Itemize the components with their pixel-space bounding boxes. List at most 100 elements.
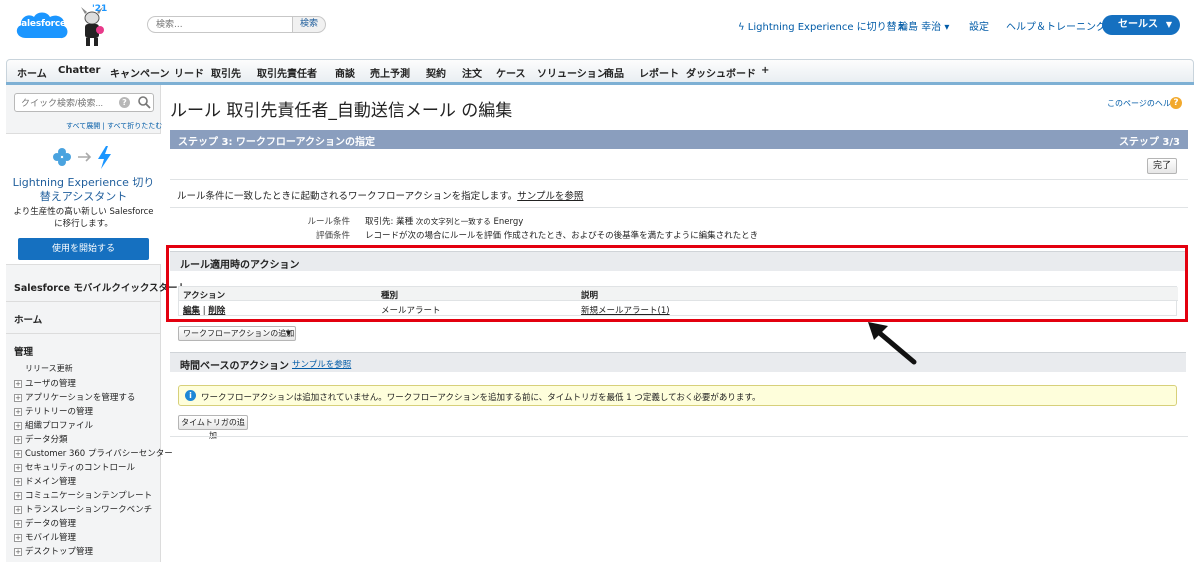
- sidebar-item-data-classification[interactable]: + データ分類: [14, 433, 68, 445]
- release-updates-link[interactable]: リリース更新: [25, 363, 73, 374]
- tab-dashboards[interactable]: ダッシュボード: [686, 65, 756, 80]
- tab-orders[interactable]: 注文: [462, 65, 482, 80]
- promo-title: Lightning Experience 切り替えアシスタント: [12, 176, 155, 203]
- add-workflow-action-button[interactable]: ワークフローアクションの追加 ▼: [178, 326, 296, 341]
- global-search-input[interactable]: [147, 16, 294, 33]
- time-based-actions-header: 時間ベースのアクション サンプルを参照: [170, 352, 1186, 372]
- expand-icon: +: [14, 436, 22, 444]
- sidebar-item-domain[interactable]: + ドメイン管理: [14, 475, 76, 487]
- sidebar-item-data-management[interactable]: + データの管理: [14, 517, 76, 529]
- expand-icon: +: [14, 520, 22, 528]
- expand-collapse-links: すべて展開 | すべて折りたたむ: [66, 122, 163, 130]
- setup-link[interactable]: 設定: [969, 18, 989, 33]
- tab-campaigns[interactable]: キャンペーン: [110, 65, 170, 80]
- expand-icon: +: [14, 450, 22, 458]
- sidebar-item-translation[interactable]: + トランスレーションワークベンチ: [14, 503, 152, 515]
- help-icon[interactable]: ?: [1170, 97, 1182, 109]
- info-message: i ワークフローアクションは追加されていません。ワークフローアクションを追加する…: [178, 385, 1177, 406]
- expand-icon: +: [14, 548, 22, 556]
- criteria-field: 取引先: 業種: [365, 217, 414, 227]
- chevron-down-icon: ▼: [1165, 20, 1172, 29]
- evaluation-criteria-value: レコードが次の場合にルールを評価 作成されたとき、およびその後基準を満たすように…: [365, 231, 759, 241]
- help-training-link[interactable]: ヘルプ＆トレーニング: [1006, 18, 1106, 33]
- time-sample-link[interactable]: サンプルを参照: [292, 358, 351, 370]
- rule-criteria-label: ルール条件: [307, 217, 350, 227]
- tab-contracts[interactable]: 契約: [426, 65, 446, 80]
- expand-all-link[interactable]: すべて展開: [66, 122, 100, 130]
- expand-icon: +: [14, 464, 22, 472]
- mascot-year: '21: [92, 4, 108, 14]
- sidebar-item-label: モバイル管理: [25, 533, 77, 543]
- expand-icon: +: [14, 506, 22, 514]
- sidebar-home-link[interactable]: ホーム: [14, 312, 42, 326]
- tab-cases[interactable]: ケース: [496, 65, 526, 80]
- mobile-quickstart-link[interactable]: Salesforce モバイルクイックスタート: [14, 280, 187, 294]
- sidebar-item-mobile[interactable]: + モバイル管理: [14, 531, 76, 543]
- divider: [170, 436, 1188, 437]
- quick-search-input[interactable]: [14, 93, 154, 112]
- divider: [6, 333, 161, 334]
- sidebar-item-desktop[interactable]: + デスクトップ管理: [14, 545, 93, 557]
- description-text: ルール条件に一致したときに起動されるワークフローアクションを指定します。: [177, 191, 518, 202]
- user-menu[interactable]: 輪島 幸治 ▾: [898, 18, 949, 33]
- tab-leads[interactable]: リード: [174, 65, 204, 80]
- add-time-trigger-button[interactable]: タイムトリガの追加: [178, 415, 248, 440]
- start-assistant-button[interactable]: 使用を開始する: [18, 238, 149, 260]
- tab-all-tabs-plus[interactable]: +: [761, 65, 769, 76]
- step-count: ステップ 3/3: [1118, 137, 1180, 148]
- evaluation-criteria-label: 評価条件: [315, 231, 350, 241]
- expand-icon: +: [14, 408, 22, 416]
- done-button[interactable]: 完了: [1147, 158, 1177, 174]
- search-button[interactable]: 検索: [292, 16, 326, 33]
- sidebar-item-territory[interactable]: + テリトリーの管理: [14, 405, 93, 417]
- tab-accounts[interactable]: 取引先: [211, 65, 241, 80]
- sidebar-item-label: デスクトップ管理: [25, 547, 94, 557]
- sidebar-item-org-profile[interactable]: + 組織プロファイル: [14, 419, 93, 431]
- tab-products[interactable]: 商品: [604, 65, 624, 80]
- step-description: ルール条件に一致したときに起動されるワークフローアクションを指定します。サンプル…: [177, 188, 583, 202]
- migration-icon: [53, 146, 111, 169]
- page-title: ルール 取引先責任者_自動送信メール の編集: [170, 101, 513, 121]
- sidebar-item-label: ユーザの管理: [25, 379, 76, 389]
- user-name: 輪島 幸治: [898, 22, 942, 33]
- add-action-label: ワークフローアクションの追加: [183, 329, 295, 338]
- step-title: ステップ 3: ワークフローアクションの指定: [178, 137, 376, 148]
- help-icon[interactable]: ?: [119, 97, 130, 108]
- collapse-all-link[interactable]: すべて折りたたむ: [107, 122, 162, 130]
- promo-description: より生産性の高い新しい Salesforce に移行します。: [13, 207, 154, 229]
- tab-opportunities[interactable]: 商談: [335, 65, 355, 80]
- sidebar-item-users[interactable]: + ユーザの管理: [14, 377, 76, 389]
- lightning-switch-link[interactable]: ϟ Lightning Experience に切り替え: [738, 18, 907, 33]
- tab-reports[interactable]: レポート: [639, 65, 679, 80]
- tab-underline: [6, 82, 1194, 85]
- sidebar-item-label: アプリケーションを管理する: [25, 393, 136, 403]
- sidebar-item-apps[interactable]: + アプリケーションを管理する: [14, 391, 135, 403]
- sidebar-admin-heading: 管理: [14, 347, 34, 358]
- chevron-down-icon: ▾: [944, 22, 950, 33]
- sidebar-item-label: テリトリーの管理: [25, 407, 94, 417]
- sidebar-item-comm-templates[interactable]: + コミュニケーションテンプレート: [14, 489, 152, 501]
- sidebar-item-privacy-center[interactable]: + Customer 360 プライバシーセンター: [14, 447, 173, 459]
- expand-icon: +: [14, 380, 22, 388]
- sidebar: ? すべて展開 | すべて折りたたむ Lightning Experience …: [6, 85, 187, 562]
- page-help-link[interactable]: このページのヘルプ: [1107, 98, 1179, 109]
- info-text: ワークフローアクションは追加されていません。ワークフローアクションを追加する前に…: [201, 393, 761, 403]
- search-icon[interactable]: [137, 95, 151, 109]
- app-name: セールス: [1118, 19, 1158, 30]
- sidebar-item-label: セキュリティのコントロール: [25, 463, 135, 473]
- sidebar-item-label: ドメイン管理: [25, 477, 77, 487]
- sidebar-item-label: トランスレーションワークベンチ: [25, 505, 153, 515]
- tab-bar: ホーム Chatter キャンペーン リード 取引先 取引先責任者 商談 売上予…: [6, 59, 1194, 83]
- sample-link[interactable]: サンプルを参照: [517, 191, 583, 202]
- tab-forecasts[interactable]: 売上予測: [370, 65, 410, 80]
- sidebar-item-security[interactable]: + セキュリティのコントロール: [14, 461, 135, 473]
- sidebar-item-label: 組織プロファイル: [25, 421, 94, 431]
- lightning-switch-label: Lightning Experience に切り替え: [747, 22, 907, 33]
- tab-chatter[interactable]: Chatter: [58, 65, 100, 76]
- logo-text: salesforce: [16, 19, 66, 29]
- tab-contacts[interactable]: 取引先責任者: [257, 65, 317, 80]
- app-switcher[interactable]: セールス ▼: [1102, 15, 1180, 35]
- chevron-down-icon: ▼: [285, 329, 291, 337]
- tab-home[interactable]: ホーム: [17, 65, 47, 80]
- tab-solutions[interactable]: ソリューション: [537, 65, 607, 80]
